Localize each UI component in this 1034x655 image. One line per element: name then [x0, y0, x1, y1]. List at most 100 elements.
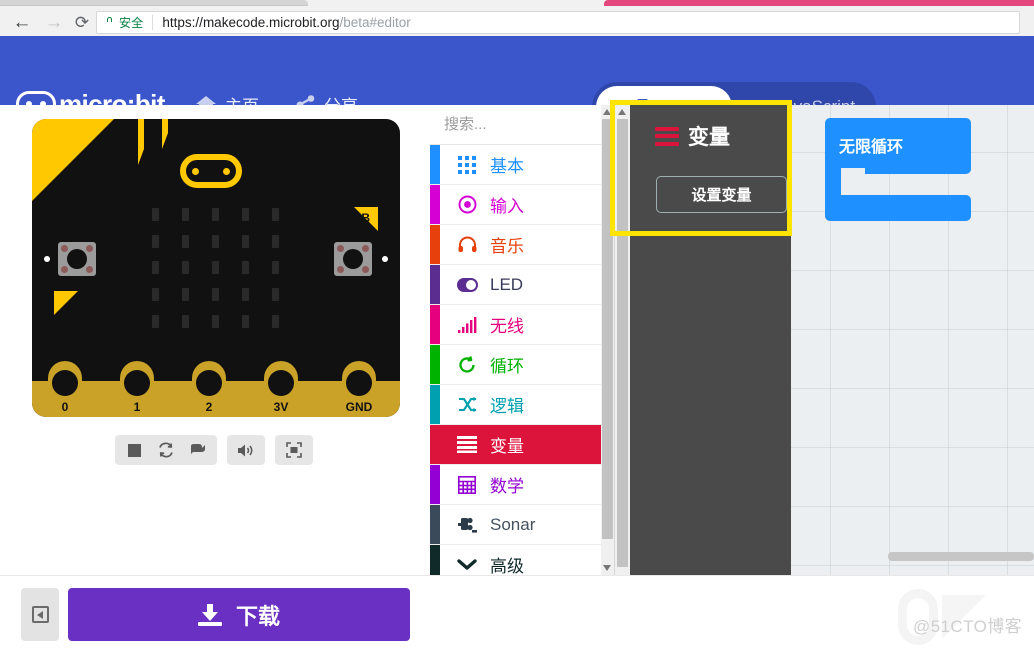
- fullscreen-button[interactable]: [280, 437, 308, 463]
- button-b-label: B: [361, 211, 370, 225]
- category-led[interactable]: LED: [430, 265, 614, 305]
- set-variable-button-label: 设置变量: [691, 187, 752, 204]
- signal-icon: [456, 315, 478, 335]
- category-loops[interactable]: 循环: [430, 345, 614, 385]
- app-header: micro:bit 主页 分享: [0, 36, 1034, 132]
- url-scheme-host: https://: [162, 15, 203, 30]
- category-radio[interactable]: 无线: [430, 305, 614, 345]
- board-pin-1-label: 1: [133, 400, 141, 414]
- browser-tab-accent: [612, 0, 1034, 6]
- board-pin-0-label: 0: [61, 400, 69, 414]
- stop-button[interactable]: [120, 437, 148, 463]
- category-sonar-stripe: [430, 505, 440, 544]
- secure-label: 安全: [119, 16, 144, 30]
- category-music-stripe: [430, 225, 440, 264]
- led-matrix: [140, 201, 290, 335]
- toolbox-flyout: 变量 设置变量: [615, 105, 791, 575]
- bars-icon: [456, 435, 478, 455]
- board-pin-1[interactable]: 1: [120, 361, 154, 417]
- category-sonar-label: Sonar: [490, 514, 536, 534]
- simulator-pane: A B 0 1 2 3V GND: [0, 105, 430, 575]
- download-label: 下载: [235, 603, 280, 629]
- category-variables-label: 变量: [490, 437, 524, 456]
- board-button-b[interactable]: [334, 242, 372, 276]
- grid-icon: [456, 155, 478, 175]
- editor-body: A B 0 1 2 3V GND 搜索... 基本 输入 音乐 LED 无线 循…: [0, 105, 1034, 585]
- microbit-board: A B 0 1 2 3V GND: [32, 119, 400, 417]
- board-button-a[interactable]: [58, 242, 96, 276]
- canvas-horizontal-scrollbar[interactable]: [888, 552, 1034, 561]
- flyout-header: 变量: [655, 121, 730, 151]
- board-pin-2[interactable]: 2: [192, 361, 226, 417]
- reload-icon[interactable]: ⟳: [70, 11, 94, 35]
- bars-icon: [655, 126, 679, 146]
- collapse-simulator-button[interactable]: [21, 588, 59, 641]
- category-loops-label: 循环: [490, 357, 524, 376]
- flyout-scrollbar[interactable]: [615, 105, 630, 575]
- browser-tab[interactable]: [0, 0, 308, 6]
- board-pin-3v[interactable]: 3V: [264, 361, 298, 417]
- watermark-text: @51CTO博客: [913, 617, 1022, 636]
- board-pin-gnd-label: GND: [345, 400, 373, 414]
- category-loops-stripe: [430, 345, 440, 384]
- blocks-canvas[interactable]: 无限循环: [791, 105, 1034, 575]
- category-sonar[interactable]: Sonar: [430, 505, 614, 545]
- forever-block-foot: [825, 195, 971, 221]
- category-math-stripe: [430, 465, 440, 504]
- browser-tab-strip: [0, 0, 1034, 7]
- restart-button[interactable]: [152, 437, 180, 463]
- category-radio-stripe: [430, 305, 440, 344]
- chevron-down-icon: [456, 555, 478, 575]
- category-music[interactable]: 音乐: [430, 225, 614, 265]
- category-logic[interactable]: 逻辑: [430, 385, 614, 425]
- category-logic-stripe: [430, 385, 440, 424]
- browser-chrome: ← → ⟳ 安全 https://makecode.microbit.org/b…: [0, 0, 1034, 129]
- forever-block-label: 无限循环: [839, 139, 904, 156]
- set-variable-button[interactable]: 设置变量: [656, 176, 787, 213]
- toggle-icon: [456, 275, 478, 295]
- flyout-scrollbar-thumb[interactable]: [617, 119, 628, 567]
- browser-toolbar: ← → ⟳ 安全 https://makecode.microbit.org/b…: [0, 7, 1034, 129]
- board-pin-3v-label: 3V: [273, 400, 289, 414]
- category-led-stripe: [430, 265, 440, 304]
- url-host: makecode.microbit.org: [202, 15, 340, 30]
- simulator-controls: [115, 435, 313, 465]
- category-input-label: 输入: [490, 197, 524, 216]
- forever-block[interactable]: 无限循环: [825, 118, 971, 221]
- toolbox-scrollbar-thumb[interactable]: [602, 119, 613, 539]
- category-math[interactable]: 数学: [430, 465, 614, 505]
- mute-button[interactable]: [232, 437, 260, 463]
- simulator-control-group-1: [115, 435, 217, 465]
- url-path: /beta#editor: [339, 15, 411, 30]
- category-basic[interactable]: 基本: [430, 145, 614, 185]
- collapse-left-icon: [31, 606, 49, 623]
- target-icon: [456, 195, 478, 215]
- simulator-control-group-3: [275, 435, 313, 465]
- download-icon: [197, 603, 222, 626]
- address-bar[interactable]: 安全 https://makecode.microbit.org/beta#ed…: [96, 11, 1020, 129]
- board-pin-0[interactable]: 0: [48, 361, 82, 417]
- calculator-icon: [456, 475, 478, 495]
- scroll-down-icon[interactable]: [603, 565, 611, 571]
- scroll-up-icon[interactable]: [603, 109, 611, 115]
- loop-icon: [456, 355, 478, 375]
- category-variables[interactable]: 变量: [430, 425, 614, 465]
- toolbox-scrollbar[interactable]: [601, 105, 614, 575]
- back-icon[interactable]: ←: [10, 11, 34, 35]
- board-pin-2-label: 2: [205, 400, 213, 414]
- category-input[interactable]: 输入: [430, 185, 614, 225]
- download-button[interactable]: 下载: [68, 588, 410, 641]
- category-radio-label: 无线: [490, 317, 524, 336]
- debug-button[interactable]: [184, 437, 212, 463]
- category-variables-stripe: [430, 425, 440, 464]
- forward-icon[interactable]: →: [42, 11, 66, 35]
- flyout-scroll-up-icon[interactable]: [618, 109, 626, 115]
- flyout-title: 变量: [688, 126, 730, 149]
- board-pin-gnd[interactable]: GND: [342, 361, 376, 417]
- simulator-control-group-2: [227, 435, 265, 465]
- category-led-label: LED: [490, 274, 524, 294]
- board-corner-decor: [32, 119, 114, 201]
- board-left-dot: [44, 256, 50, 262]
- forever-block-head: 无限循环: [825, 118, 971, 174]
- omnibox-divider: [152, 15, 154, 30]
